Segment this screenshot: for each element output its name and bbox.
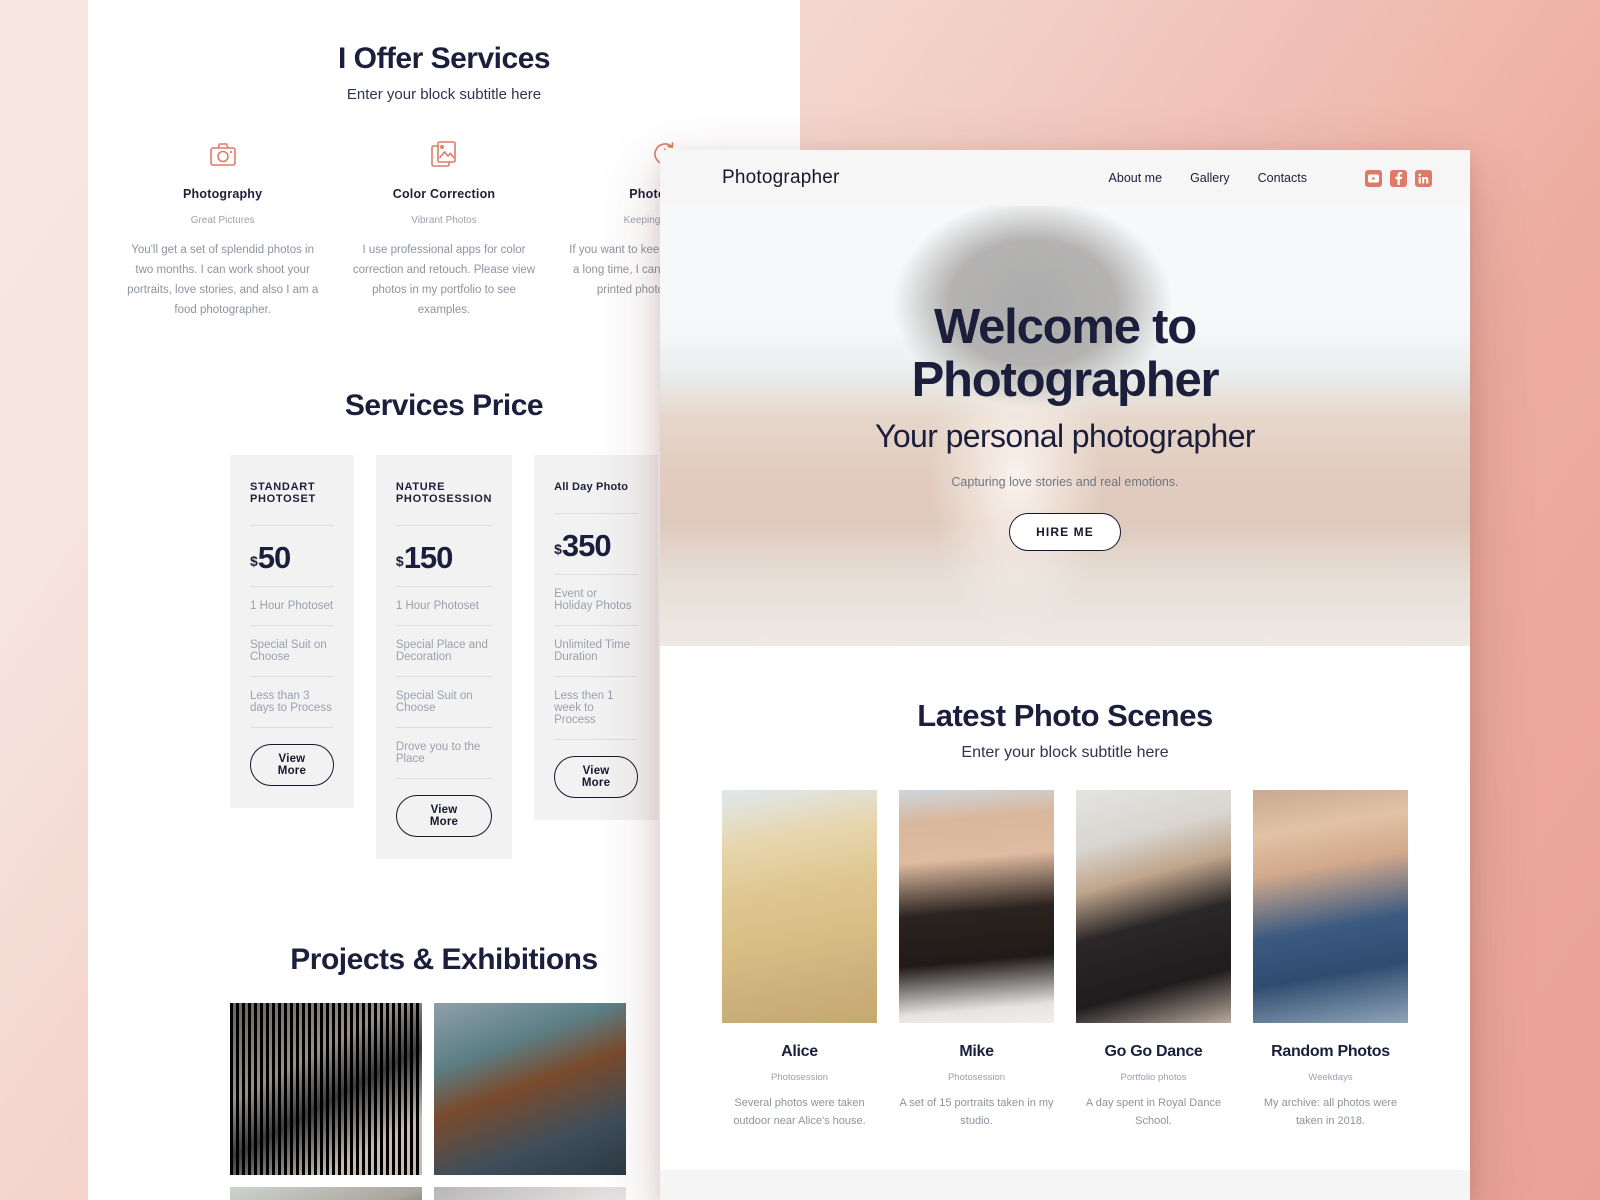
pricing-card-nature-photosession: NATURE PHOTOSESSION $150 1 Hour Photoset…: [375, 454, 513, 859]
service-description: I use professional apps for color correc…: [352, 244, 536, 317]
scenes-title: Latest Photo Scenes: [917, 698, 1213, 733]
plan-name: NATURE PHOTOSESSION: [395, 480, 493, 505]
nav-links: About me Gallery Contacts: [1109, 169, 1432, 187]
service-name: Photography: [183, 187, 263, 201]
divider: [250, 726, 334, 728]
divider: [554, 738, 638, 740]
pricing-card-standart-photoset: STANDART PHOTOSET $50 1 Hour Photoset Sp…: [230, 454, 354, 808]
plan-feature: 1 Hour Photoset: [395, 599, 479, 612]
scene-photo[interactable]: [1076, 790, 1231, 1023]
service-item-color-correction: Color Correction Vibrant Photos I use pr…: [333, 137, 554, 321]
service-tagline: Vibrant Photos: [411, 215, 477, 226]
plan-feature: Drove you to the Place: [395, 740, 481, 765]
scene-name: Random Photos: [1271, 1043, 1390, 1060]
plan-feature: Event or Holiday Photos: [554, 587, 632, 612]
view-more-button[interactable]: View More: [395, 794, 493, 837]
price-list-section-peek: Price List: [660, 1170, 1470, 1200]
currency-symbol: $: [554, 540, 562, 557]
hero-heading: Welcome to Photographer: [911, 300, 1220, 407]
plan-feature: 1 Hour Photoset: [250, 599, 334, 612]
scene-card-mike: Mike Photosession A set of 15 portraits …: [899, 790, 1054, 1130]
service-description: You'll get a set of splendid photos in t…: [127, 244, 319, 317]
facebook-icon[interactable]: [1390, 169, 1407, 187]
service-tagline: Great Pictures: [190, 215, 255, 226]
scene-photo[interactable]: [722, 790, 877, 1023]
hire-me-button[interactable]: HIRE ME: [1009, 512, 1121, 551]
plan-feature: Unlimited Time Duration: [554, 638, 631, 663]
photo-stack-icon: [347, 137, 540, 171]
price-amount: 50: [257, 539, 291, 575]
service-name: Color Correction: [392, 187, 496, 201]
services-title: I Offer Services: [337, 42, 551, 75]
plan-price: $50: [250, 526, 334, 586]
scene-card-random-photos: Random Photos Weekdays My archive: all p…: [1253, 790, 1408, 1130]
scene-tagline: Portfolio photos: [1120, 1072, 1187, 1083]
site-navbar: Photographer About me Gallery Contacts: [660, 150, 1470, 206]
view-more-button[interactable]: View More: [250, 743, 334, 786]
plan-feature: Less than 3 days to Process: [250, 689, 332, 714]
scene-description: A day spent in Royal Dance School.: [1085, 1097, 1222, 1128]
scene-name: Go Go Dance: [1104, 1043, 1203, 1060]
price-amount: 150: [403, 539, 454, 575]
plan-feature: Special Place and Decoration: [395, 638, 488, 663]
price-amount: 350: [561, 527, 612, 563]
scene-name: Mike: [959, 1043, 994, 1060]
plan-feature: Special Suit on Choose: [395, 689, 473, 714]
scene-description: My archive: all photos were taken in 201…: [1263, 1097, 1398, 1128]
project-thumbnail[interactable]: [434, 1186, 626, 1200]
scene-photo[interactable]: [1253, 790, 1408, 1023]
scene-card-alice: Alice Photosession Several photos were t…: [722, 790, 877, 1130]
social-links: [1365, 169, 1432, 187]
scene-name: Alice: [781, 1043, 818, 1060]
youtube-icon[interactable]: [1365, 169, 1382, 187]
scene-card-go-go-dance: Go Go Dance Portfolio photos A day spent…: [1076, 790, 1231, 1130]
service-item-photography: Photography Great Pictures You'll get a …: [112, 137, 333, 321]
plan-name: All Day Photo: [554, 480, 629, 493]
services-subtitle: Enter your block subtitle here: [346, 86, 542, 103]
scenes-subtitle: Enter your block subtitle here: [961, 744, 1169, 761]
project-thumbnail[interactable]: [434, 1002, 626, 1175]
scene-tagline: Weekdays: [1308, 1072, 1353, 1083]
plan-price: $350: [554, 514, 638, 574]
plan-feature: Less then 1 week to Process: [554, 689, 614, 726]
project-thumbnail[interactable]: [230, 1002, 422, 1175]
project-thumbnail[interactable]: [230, 1186, 422, 1200]
nav-link-contacts[interactable]: Contacts: [1258, 171, 1307, 185]
divider: [395, 777, 493, 779]
pricing-card-all-day-photo: All Day Photo $350 Event or Holiday Phot…: [534, 454, 658, 820]
scene-description: A set of 15 portraits taken in my studio…: [899, 1097, 1054, 1128]
scene-tagline: Photosession: [947, 1072, 1006, 1083]
hero-subheading: Your personal photographer: [875, 417, 1256, 454]
nav-link-gallery[interactable]: Gallery: [1190, 171, 1230, 185]
hero-heading-line1: Welcome to: [933, 300, 1197, 355]
hero-section: Welcome to Photographer Your personal ph…: [660, 206, 1470, 646]
hero-caption: Capturing love stories and real emotions…: [951, 474, 1179, 489]
plan-price: $150: [396, 526, 492, 586]
nav-link-about-me[interactable]: About me: [1109, 171, 1163, 185]
hero-heading-line2: Photographer: [911, 352, 1220, 407]
site-brand[interactable]: Photographer: [722, 167, 840, 189]
plan-feature: Special Suit on Choose: [250, 638, 327, 663]
linkedin-icon[interactable]: [1415, 169, 1432, 187]
camera-icon: [126, 137, 319, 171]
currency-symbol: $: [250, 552, 258, 569]
scene-photo[interactable]: [899, 790, 1054, 1023]
hero-content: Welcome to Photographer Your personal ph…: [660, 206, 1470, 646]
scene-tagline: Photosession: [770, 1072, 829, 1083]
foreground-browser-window: Photographer About me Gallery Contacts W…: [660, 150, 1470, 1200]
scene-description: Several photos were taken outdoor near A…: [733, 1097, 866, 1128]
scenes-grid: Alice Photosession Several photos were t…: [660, 790, 1470, 1130]
plan-name: STANDART PHOTOSET: [250, 480, 316, 505]
currency-symbol: $: [395, 552, 404, 569]
view-more-button[interactable]: View More: [554, 755, 638, 798]
latest-photo-scenes-section: Latest Photo Scenes Enter your block sub…: [660, 646, 1470, 1170]
